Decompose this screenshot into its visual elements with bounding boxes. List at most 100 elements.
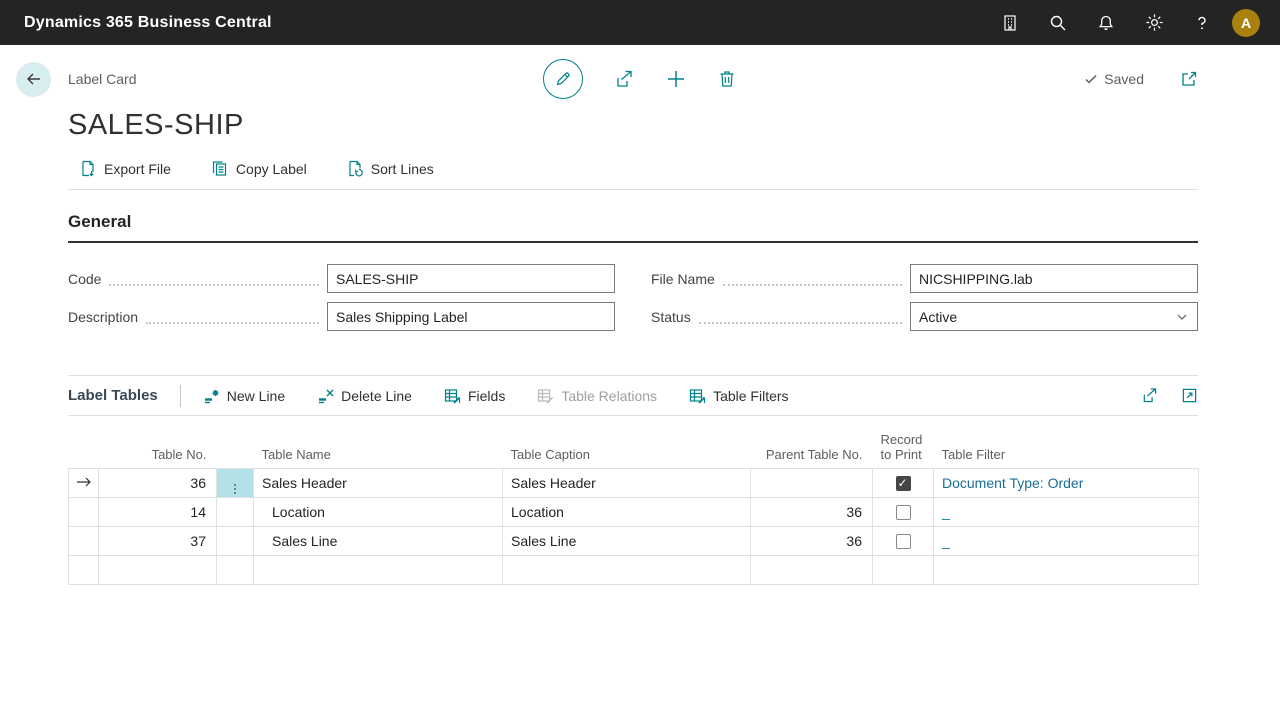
new-icon[interactable] (665, 68, 687, 90)
table-relations-button: Table Relations (537, 388, 657, 404)
row-options[interactable] (217, 527, 254, 556)
code-label: Code (68, 271, 101, 287)
copy-label-icon (211, 160, 228, 177)
share-icon[interactable] (1140, 386, 1159, 405)
company-icon[interactable] (986, 0, 1034, 45)
cell-table-filter[interactable]: _ (934, 498, 1199, 527)
checkbox-unchecked[interactable] (896, 505, 911, 520)
cell-table-name[interactable]: Sales Header (254, 469, 503, 498)
cell-table-no[interactable]: 37 (99, 527, 217, 556)
column-header-table-no[interactable]: Table No. (99, 432, 217, 469)
cell-table-no[interactable]: 36 (99, 469, 217, 498)
breadcrumb: Label Card (68, 71, 137, 87)
settings-icon[interactable] (1130, 0, 1178, 45)
cell-empty[interactable] (254, 556, 503, 585)
cell-table-filter[interactable]: _ (934, 527, 1199, 556)
cell-empty[interactable] (751, 556, 873, 585)
cell-table-name[interactable]: Sales Line (254, 527, 503, 556)
delete-icon[interactable] (717, 69, 737, 89)
column-header-table-name[interactable]: Table Name (254, 432, 503, 469)
checkbox-checked[interactable] (896, 476, 911, 491)
cell-table-filter[interactable]: Document Type: Order (934, 469, 1199, 498)
status-value: Active (919, 309, 1175, 325)
export-file-button[interactable]: Export File (80, 160, 171, 177)
cell-record-to-print[interactable] (873, 469, 934, 498)
edit-icon[interactable] (543, 59, 583, 99)
page-header: Label Card (0, 59, 1280, 99)
row-options[interactable] (217, 498, 254, 527)
copy-label-label: Copy Label (236, 161, 307, 177)
row-selector[interactable] (69, 527, 99, 556)
cell-empty[interactable] (934, 556, 1199, 585)
popout-icon[interactable] (1180, 70, 1198, 88)
code-field-row: Code (68, 264, 615, 293)
row-options[interactable] (217, 556, 254, 585)
label-tables-right-actions (1140, 386, 1198, 405)
table-relations-label: Table Relations (561, 388, 657, 404)
app-title: Dynamics 365 Business Central (24, 14, 272, 32)
description-field-row: Description (68, 302, 615, 331)
action-bar: Export File Copy Label Sort Lines (68, 160, 1198, 190)
cell-empty[interactable] (873, 556, 934, 585)
topbar: Dynamics 365 Business Central (0, 0, 1280, 45)
export-file-label: Export File (104, 161, 171, 177)
cell-empty[interactable] (503, 556, 751, 585)
search-icon[interactable] (1034, 0, 1082, 45)
table-filter-link[interactable]: Document Type: Order (942, 475, 1083, 491)
column-header-record-to-print[interactable]: Record to Print (873, 432, 934, 469)
dotted-leader (723, 272, 902, 286)
cell-table-no[interactable]: 14 (99, 498, 217, 527)
cell-table-name[interactable]: Location (254, 498, 503, 527)
notifications-icon[interactable] (1082, 0, 1130, 45)
column-header-parent-table-no[interactable]: Parent Table No. (751, 432, 873, 469)
grid-header-row: Table No. Table Name Table Caption Paren… (69, 432, 1199, 469)
cell-record-to-print[interactable] (873, 498, 934, 527)
label-tables-grid: Table No. Table Name Table Caption Paren… (68, 432, 1199, 585)
cell-parent-table-no[interactable]: 36 (751, 527, 873, 556)
label-tables-part: Label Tables New Line Delete Line (68, 375, 1198, 585)
checkbox-unchecked[interactable] (896, 534, 911, 549)
cell-table-caption[interactable]: Sales Header (503, 469, 751, 498)
column-header-table-filter[interactable]: Table Filter (934, 432, 1199, 469)
cell-table-caption[interactable]: Sales Line (503, 527, 751, 556)
cell-empty[interactable] (99, 556, 217, 585)
cell-parent-table-no[interactable] (751, 469, 873, 498)
avatar[interactable]: A (1232, 9, 1260, 37)
options-column-header (217, 432, 254, 469)
cell-record-to-print[interactable] (873, 527, 934, 556)
check-icon (1084, 72, 1098, 86)
fields-icon (444, 388, 461, 404)
table-row-empty (69, 556, 1199, 585)
delete-line-button[interactable]: Delete Line (317, 388, 412, 404)
row-selector[interactable] (69, 556, 99, 585)
copy-label-button[interactable]: Copy Label (211, 160, 307, 177)
row-selector-arrow[interactable] (69, 469, 99, 498)
row-options-icon[interactable] (217, 469, 254, 498)
back-button[interactable] (16, 62, 51, 97)
new-line-button[interactable]: New Line (203, 388, 285, 404)
cell-parent-table-no[interactable]: 36 (751, 498, 873, 527)
saved-area: Saved (1084, 70, 1198, 88)
page-actions (543, 59, 737, 99)
column-header-table-caption[interactable]: Table Caption (503, 432, 751, 469)
row-selector[interactable] (69, 498, 99, 527)
general-heading: General (68, 212, 1198, 243)
table-filter-link[interactable]: _ (942, 533, 950, 549)
table-row: 14 Location Location 36 _ (69, 498, 1199, 527)
table-filters-button[interactable]: Table Filters (689, 388, 788, 404)
fields-button[interactable]: Fields (444, 388, 505, 404)
table-filter-link[interactable]: _ (942, 504, 950, 520)
file-name-input[interactable] (910, 264, 1198, 293)
description-input[interactable] (327, 302, 615, 331)
status-select[interactable]: Active (910, 302, 1198, 331)
topbar-actions: A (986, 0, 1268, 45)
label-tables-header: Label Tables New Line Delete Line (68, 376, 1198, 416)
help-icon[interactable] (1178, 0, 1226, 45)
code-input[interactable] (327, 264, 615, 293)
share-icon[interactable] (613, 68, 635, 90)
dotted-leader (146, 310, 319, 324)
cell-table-caption[interactable]: Location (503, 498, 751, 527)
expand-icon[interactable] (1181, 387, 1198, 404)
delete-line-label: Delete Line (341, 388, 412, 404)
sort-lines-button[interactable]: Sort Lines (347, 160, 434, 177)
